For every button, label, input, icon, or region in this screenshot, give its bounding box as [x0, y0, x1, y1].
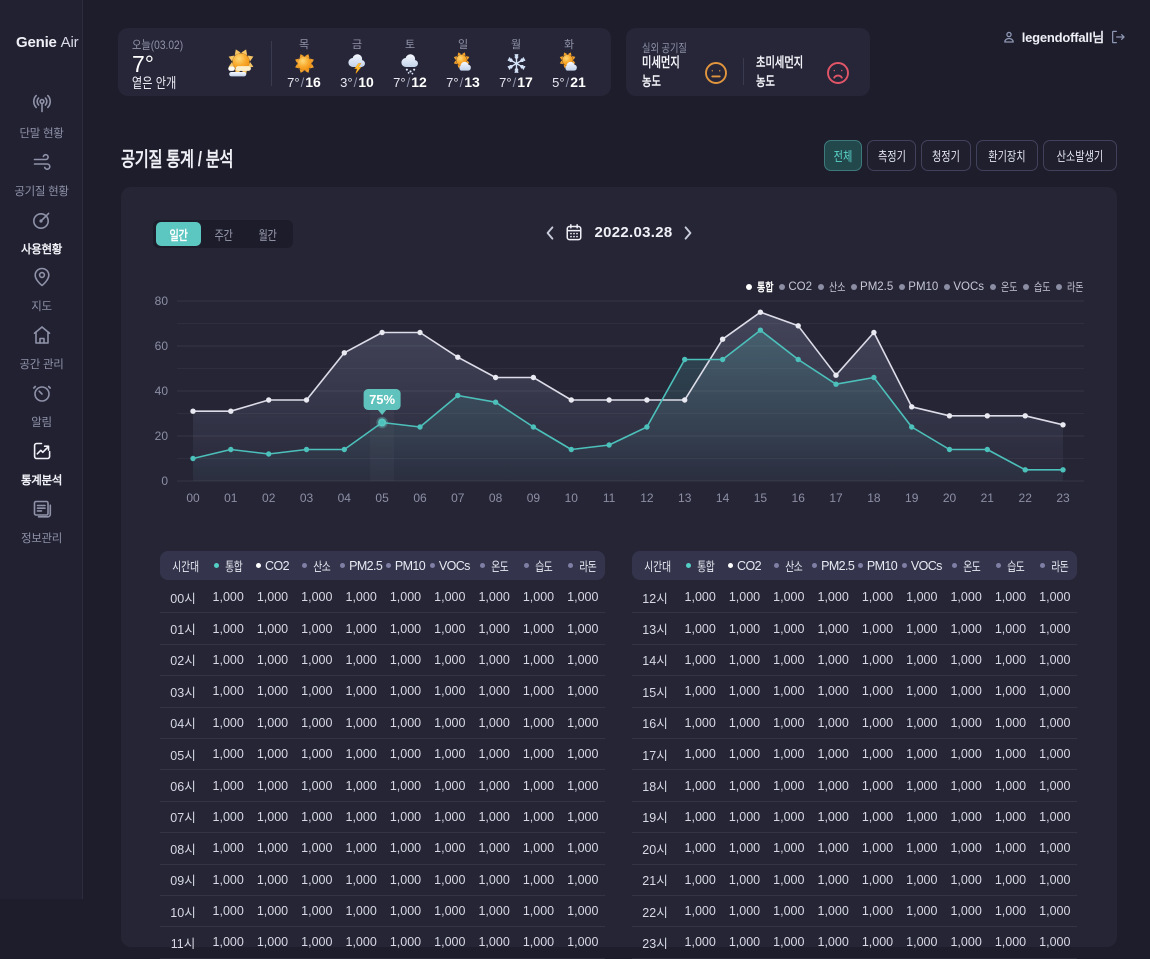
svg-text:0: 0 — [161, 474, 168, 488]
svg-text:04: 04 — [338, 491, 352, 505]
svg-text:12: 12 — [640, 491, 654, 505]
svg-text:13: 13 — [678, 491, 692, 505]
svg-text:02: 02 — [262, 491, 276, 505]
svg-text:11: 11 — [603, 491, 616, 505]
svg-text:09: 09 — [527, 491, 541, 505]
svg-text:23: 23 — [1056, 491, 1070, 505]
svg-text:03: 03 — [300, 491, 314, 505]
svg-text:14: 14 — [716, 491, 730, 505]
svg-text:00: 00 — [186, 491, 200, 505]
svg-text:60: 60 — [155, 339, 169, 353]
svg-text:17: 17 — [829, 491, 843, 505]
svg-text:75%: 75% — [369, 392, 395, 407]
svg-text:08: 08 — [489, 491, 503, 505]
svg-text:15: 15 — [754, 491, 768, 505]
svg-text:18: 18 — [867, 491, 881, 505]
svg-text:40: 40 — [155, 384, 169, 398]
svg-text:16: 16 — [792, 491, 806, 505]
svg-text:06: 06 — [413, 491, 427, 505]
svg-text:22: 22 — [1019, 491, 1033, 505]
svg-text:21: 21 — [981, 491, 995, 505]
svg-text:80: 80 — [155, 294, 169, 308]
svg-text:20: 20 — [155, 429, 169, 443]
svg-text:10: 10 — [565, 491, 579, 505]
svg-text:07: 07 — [451, 491, 465, 505]
svg-text:19: 19 — [905, 491, 919, 505]
svg-text:05: 05 — [375, 491, 389, 505]
svg-text:20: 20 — [943, 491, 957, 505]
svg-text:01: 01 — [224, 491, 238, 505]
